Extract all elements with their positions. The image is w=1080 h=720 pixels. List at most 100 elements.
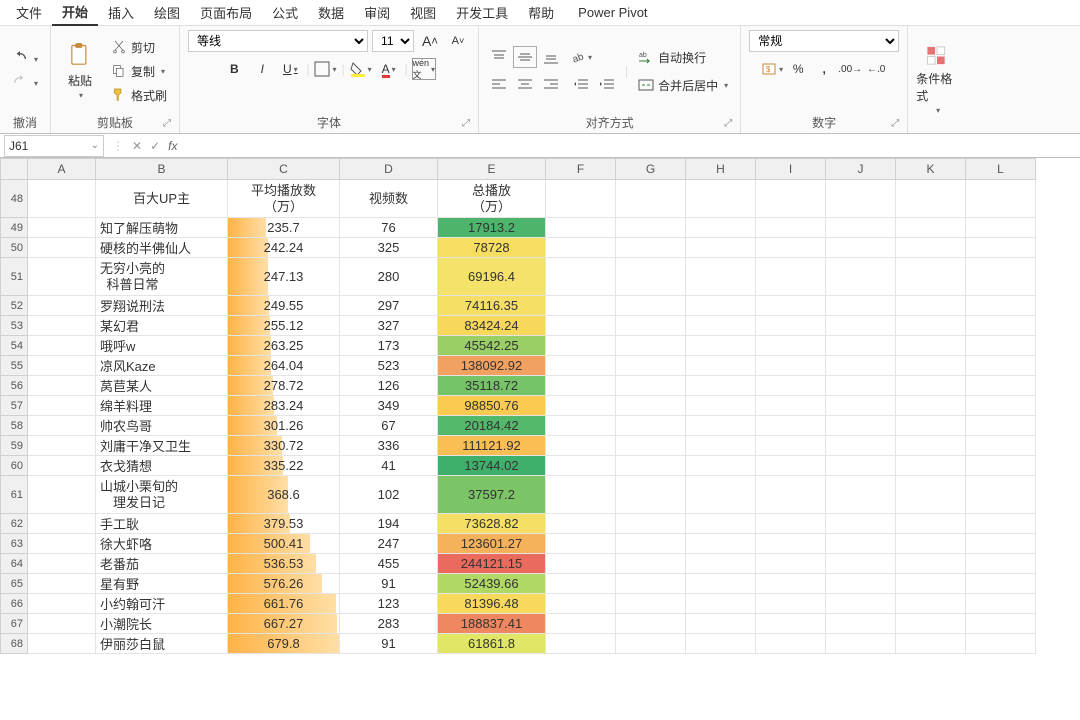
table-cell[interactable]: 123601.27 xyxy=(438,534,546,554)
table-cell[interactable]: 667.27 xyxy=(228,614,340,634)
row-header[interactable]: 63 xyxy=(0,534,28,554)
border-button[interactable] xyxy=(313,58,337,80)
table-cell[interactable] xyxy=(616,218,686,238)
table-cell[interactable]: 78728 xyxy=(438,238,546,258)
table-cell[interactable]: 297 xyxy=(340,296,438,316)
table-cell[interactable]: 17913.2 xyxy=(438,218,546,238)
table-cell[interactable] xyxy=(28,436,96,456)
table-cell[interactable] xyxy=(28,218,96,238)
table-cell[interactable] xyxy=(826,476,896,514)
menu-item[interactable]: 数据 xyxy=(308,0,354,25)
table-cell[interactable]: 81396.48 xyxy=(438,594,546,614)
table-cell[interactable] xyxy=(686,316,756,336)
column-header[interactable]: A xyxy=(28,158,96,180)
table-cell[interactable] xyxy=(28,376,96,396)
column-header[interactable]: G xyxy=(616,158,686,180)
table-cell[interactable]: 536.53 xyxy=(228,554,340,574)
table-cell[interactable] xyxy=(756,258,826,296)
redo-button[interactable] xyxy=(8,72,42,94)
table-cell[interactable] xyxy=(686,396,756,416)
row-header[interactable]: 60 xyxy=(0,456,28,476)
table-cell[interactable] xyxy=(826,594,896,614)
row-header[interactable]: 54 xyxy=(0,336,28,356)
table-cell[interactable]: 242.24 xyxy=(228,238,340,258)
comma-icon[interactable]: , xyxy=(812,58,836,80)
table-cell[interactable] xyxy=(966,416,1036,436)
table-cell[interactable] xyxy=(616,476,686,514)
table-cell[interactable]: 13744.02 xyxy=(438,456,546,476)
table-cell[interactable] xyxy=(896,634,966,654)
table-cell[interactable] xyxy=(28,356,96,376)
table-cell[interactable] xyxy=(756,356,826,376)
table-cell[interactable]: 283 xyxy=(340,614,438,634)
table-cell[interactable]: 硬核的半佛仙人 xyxy=(96,238,228,258)
table-cell[interactable] xyxy=(616,456,686,476)
table-cell[interactable]: 679.8 xyxy=(228,634,340,654)
alignment-launcher-icon[interactable]: ⤢ xyxy=(724,118,732,129)
table-cell[interactable]: 总播放 （万） xyxy=(438,180,546,218)
table-cell[interactable] xyxy=(966,356,1036,376)
table-cell[interactable] xyxy=(966,456,1036,476)
italic-button[interactable]: I xyxy=(250,58,274,80)
number-launcher-icon[interactable]: ⤢ xyxy=(891,118,899,129)
table-cell[interactable] xyxy=(896,336,966,356)
table-cell[interactable] xyxy=(616,514,686,534)
table-cell[interactable] xyxy=(896,180,966,218)
table-cell[interactable]: 249.55 xyxy=(228,296,340,316)
row-header[interactable]: 61 xyxy=(0,476,28,514)
table-cell[interactable]: 98850.76 xyxy=(438,396,546,416)
table-cell[interactable]: 244121.15 xyxy=(438,554,546,574)
table-cell[interactable] xyxy=(756,218,826,238)
table-cell[interactable] xyxy=(546,258,616,296)
table-cell[interactable] xyxy=(28,574,96,594)
table-cell[interactable] xyxy=(826,456,896,476)
table-cell[interactable] xyxy=(826,534,896,554)
table-cell[interactable] xyxy=(686,416,756,436)
table-cell[interactable] xyxy=(28,396,96,416)
name-box[interactable]: J61 xyxy=(4,135,104,157)
table-cell[interactable]: 帅农鸟哥 xyxy=(96,416,228,436)
table-cell[interactable]: 67 xyxy=(340,416,438,436)
table-cell[interactable] xyxy=(686,574,756,594)
row-header[interactable]: 59 xyxy=(0,436,28,456)
table-cell[interactable] xyxy=(686,336,756,356)
menu-item[interactable]: 页面布局 xyxy=(190,0,262,25)
align-bottom-icon[interactable] xyxy=(539,46,563,68)
confirm-icon[interactable]: ✓ xyxy=(146,139,164,153)
table-cell[interactable]: 哦呼w xyxy=(96,336,228,356)
table-cell[interactable]: 111121.92 xyxy=(438,436,546,456)
table-cell[interactable] xyxy=(546,594,616,614)
table-cell[interactable] xyxy=(686,634,756,654)
table-cell[interactable] xyxy=(28,416,96,436)
table-cell[interactable]: 衣戈猜想 xyxy=(96,456,228,476)
table-cell[interactable] xyxy=(896,594,966,614)
menu-item[interactable]: 开发工具 xyxy=(446,0,518,25)
table-cell[interactable] xyxy=(756,634,826,654)
table-cell[interactable] xyxy=(616,534,686,554)
table-cell[interactable] xyxy=(966,614,1036,634)
table-cell[interactable] xyxy=(686,180,756,218)
menu-item[interactable]: 绘图 xyxy=(144,0,190,25)
table-cell[interactable]: 330.72 xyxy=(228,436,340,456)
table-cell[interactable] xyxy=(896,416,966,436)
table-cell[interactable]: 188837.41 xyxy=(438,614,546,634)
table-cell[interactable]: 83424.24 xyxy=(438,316,546,336)
table-cell[interactable] xyxy=(616,316,686,336)
table-cell[interactable] xyxy=(686,258,756,296)
table-cell[interactable] xyxy=(616,614,686,634)
table-cell[interactable] xyxy=(826,416,896,436)
row-header[interactable]: 62 xyxy=(0,514,28,534)
row-header[interactable]: 52 xyxy=(0,296,28,316)
column-header[interactable]: J xyxy=(826,158,896,180)
table-cell[interactable] xyxy=(28,336,96,356)
table-cell[interactable] xyxy=(616,436,686,456)
table-cell[interactable]: 罗翔说刑法 xyxy=(96,296,228,316)
table-cell[interactable] xyxy=(686,218,756,238)
table-cell[interactable] xyxy=(826,356,896,376)
table-cell[interactable]: 69196.4 xyxy=(438,258,546,296)
table-cell[interactable]: 45542.25 xyxy=(438,336,546,356)
table-cell[interactable] xyxy=(966,574,1036,594)
table-cell[interactable] xyxy=(686,376,756,396)
currency-icon[interactable]: $ xyxy=(760,58,784,80)
table-cell[interactable] xyxy=(28,554,96,574)
